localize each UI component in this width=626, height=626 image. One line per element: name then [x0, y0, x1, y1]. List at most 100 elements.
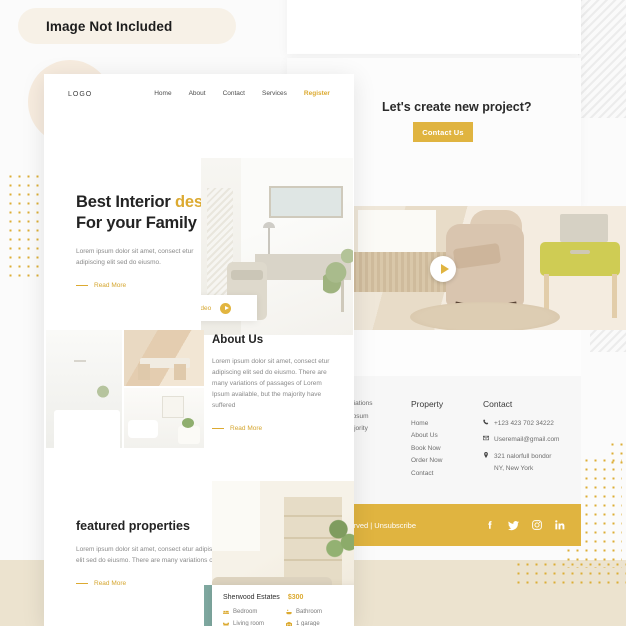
sofa-icon: [223, 622, 229, 626]
property-feature-label: 1 garage: [296, 621, 320, 626]
watch-video-button[interactable]: Watch Video: [201, 295, 257, 321]
property-feature-bedroom: Bedroom: [223, 609, 286, 615]
desk-lamp-stand: [268, 228, 270, 254]
featured-properties-section: featured properties Lorem ipsum dolor si…: [44, 481, 354, 626]
nightstand-shape: [178, 426, 200, 444]
about-read-more-link[interactable]: Read More: [212, 425, 340, 432]
nav-item-services[interactable]: Services: [262, 90, 287, 97]
property-feature-label: Bedroom: [233, 609, 258, 615]
dash-icon: [76, 285, 88, 286]
footer-contact-column: Contact +123 423 702 34222 Useremail@gma…: [483, 398, 559, 480]
nav-item-register[interactable]: Register: [304, 90, 330, 97]
wall-art-shape: [162, 396, 184, 418]
garage-icon: [286, 621, 292, 626]
pillow-shape: [128, 420, 158, 438]
linkedin-icon[interactable]: [555, 520, 565, 530]
footer-property-column: Property Home About Us Book Now Order No…: [411, 398, 443, 480]
footer-link-about-us[interactable]: About Us: [411, 430, 443, 443]
footer-contact-heading: Contact: [483, 399, 513, 409]
window-shape: [212, 481, 260, 551]
facebook-icon[interactable]: [485, 520, 495, 530]
floor-lamp-shape: [74, 360, 86, 362]
rug-shape: [410, 302, 560, 330]
amp-shape: [560, 214, 608, 242]
screenshot-stage: Let's create new project? Contact Us man…: [0, 0, 626, 626]
dining-chair-shape: [174, 364, 186, 380]
featured-text-block: featured properties Lorem ipsum dolor si…: [76, 519, 228, 587]
hero-image: Watch Video: [201, 158, 353, 335]
nav-item-home[interactable]: Home: [154, 90, 171, 97]
about-paragraph: Lorem ipsum dolor sit amet, consect etur…: [212, 358, 330, 409]
table-leg: [612, 274, 617, 318]
featured-title: featured properties: [76, 519, 190, 533]
nav-item-about[interactable]: About: [189, 90, 206, 97]
property-features: Bedroom Bathroom Living room 1 garage: [223, 609, 349, 626]
about-section: About Us Lorem ipsum dolor sit amet, con…: [44, 330, 354, 465]
suitcase-table-shape: [540, 242, 620, 276]
watch-video-label: Watch Video: [201, 304, 212, 312]
play-icon: [220, 302, 232, 314]
plant-shape: [324, 511, 354, 563]
dash-icon: [212, 428, 224, 429]
footer-column-heading: Property: [411, 399, 444, 409]
featured-paragraph: Lorem ipsum dolor sit amet, consect etur…: [76, 546, 225, 564]
social-links: [485, 520, 565, 531]
location-icon: [484, 451, 488, 458]
phone-icon: [483, 418, 489, 424]
banner-label: Image Not Included: [46, 18, 173, 34]
image-not-included-banner: Image Not Included: [18, 8, 236, 44]
play-triangle: [224, 306, 229, 310]
footer-email-text: Useremail@gmail.com: [494, 436, 560, 443]
nav-item-contact[interactable]: Contact: [223, 90, 245, 97]
footer-link-order-now[interactable]: Order Now: [411, 455, 443, 468]
property-name: Sherwood Estates: [223, 594, 280, 601]
nav-links: Home About Contact Services Register: [154, 90, 354, 97]
instagram-icon[interactable]: [532, 520, 542, 530]
twitter-icon[interactable]: [508, 520, 519, 531]
hero-paragraph: Lorem ipsum dolor sit amet, consect etur…: [76, 248, 194, 266]
property-feature-living-room: Living room: [223, 621, 286, 626]
video-section[interactable]: [350, 206, 626, 330]
footer-contact-email: Useremail@gmail.com: [483, 434, 559, 447]
hero-title-line2: For your Family: [76, 214, 197, 232]
property-feature-label: Bathroom: [296, 609, 323, 615]
logo[interactable]: LOGO: [68, 91, 92, 98]
dot-pattern-middle-right: [608, 440, 624, 464]
play-triangle: [440, 264, 449, 274]
about-title: About Us: [212, 334, 264, 346]
suitcase-handle: [570, 250, 590, 254]
footer-contact-phone: +123 423 702 34222: [483, 418, 559, 431]
about-read-more-label: Read More: [230, 425, 263, 432]
plant-shape: [341, 242, 353, 270]
footer-contact-address: 321 nalorfull bondor NY, New York: [483, 451, 559, 476]
landing-page-mockup: LOGO Home About Contact Services Registe…: [44, 74, 354, 626]
chair-seat-shape: [231, 270, 263, 280]
dash-icon: [76, 583, 88, 584]
property-feature-garage: 1 garage: [286, 621, 349, 626]
about-image-bedroom-2: [124, 388, 204, 448]
footer-link-book-now[interactable]: Book Now: [411, 443, 443, 456]
hero-read-more-label: Read More: [94, 282, 127, 289]
property-feature-bathroom: Bathroom: [286, 609, 349, 615]
footer-address-text: 321 nalorfull bondor NY, New York: [494, 452, 552, 473]
about-text-block: About Us Lorem ipsum dolor sit amet, con…: [212, 334, 340, 432]
hero-section: Best Interior design For your Family Lor…: [44, 114, 354, 335]
hero-title-part1: Best Interior: [76, 193, 175, 211]
bath-icon: [286, 609, 292, 615]
about-image-dining: [124, 330, 204, 386]
contact-us-button[interactable]: Contact Us: [413, 122, 473, 142]
property-card[interactable]: Sherwood Estates $300 Bedroom Bathroom L…: [212, 585, 354, 626]
about-image-bedroom: [46, 330, 122, 448]
footer-link-contact[interactable]: Contact: [411, 468, 443, 481]
property-price: $300: [287, 594, 304, 601]
play-icon[interactable]: [430, 256, 456, 282]
cta-title: Let's create new project?: [382, 100, 532, 114]
diagonal-stripe-decoration-top-right: [578, 0, 626, 118]
footer-link-home[interactable]: Home: [411, 418, 443, 431]
plant-shape: [94, 376, 112, 402]
about-image-grid: [46, 330, 204, 448]
background-page-top: [287, 0, 581, 54]
dining-chair-shape: [138, 364, 150, 380]
property-card-header: Sherwood Estates $300: [223, 594, 349, 601]
card-accent-edge: [204, 585, 212, 626]
